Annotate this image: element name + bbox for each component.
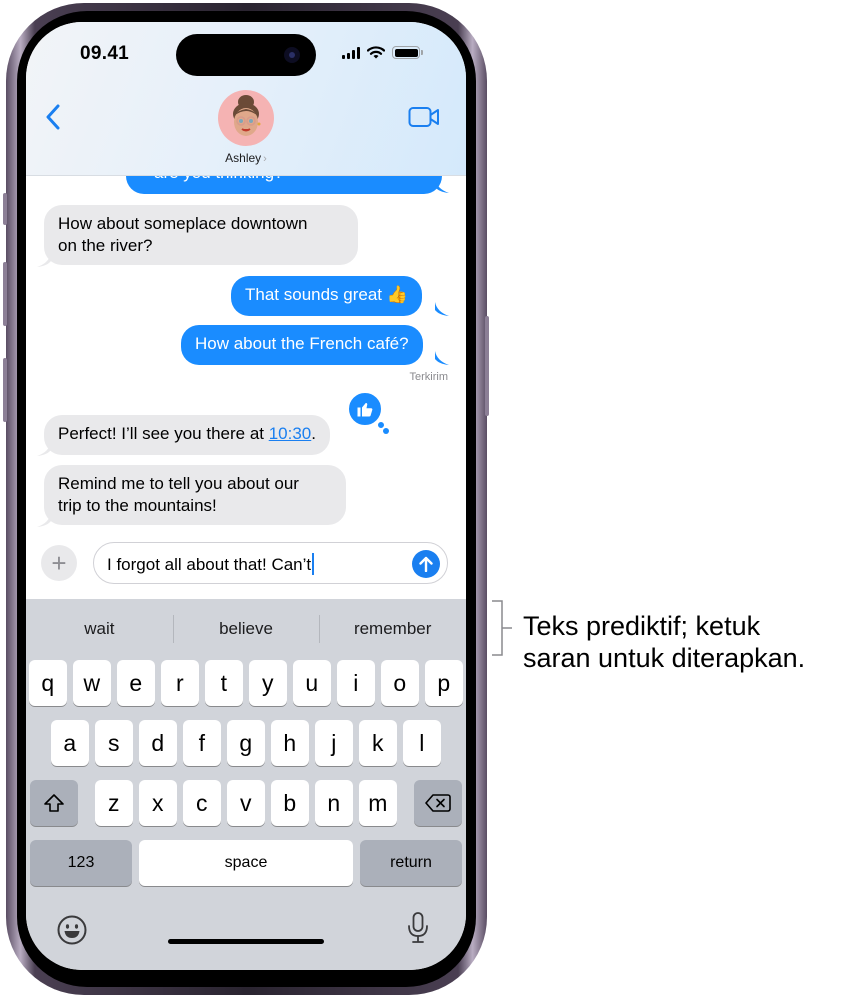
callout-bracket [492,600,512,656]
message-text-line: on the river? [58,236,153,255]
prediction-suggestion[interactable]: remember [319,609,466,649]
message-text: Perfect! I’ll see you there at [58,424,269,443]
message-input-value: I forgot all about that! Can’t [107,555,312,574]
contact-name-button[interactable]: Ashley › [26,151,466,165]
cellular-signal-icon [342,46,360,59]
message-bubble-incoming[interactable]: Perfect! I’ll see you there at 10:30. [44,415,330,455]
microphone-icon [408,912,428,943]
key-o[interactable]: o [381,660,419,706]
bubble-tail [435,179,449,193]
delivery-status: Terkirim [409,371,449,383]
key-g[interactable]: g [227,720,265,766]
dynamic-island [176,34,316,76]
status-time: 09.41 [80,43,130,64]
return-key[interactable]: return [360,840,462,886]
key-e[interactable]: e [117,660,155,706]
predictive-text-bar: wait believe remember [26,609,466,649]
key-r[interactable]: r [161,660,199,706]
shift-key[interactable] [30,780,78,826]
message-input[interactable]: I forgot all about that! Can’t [93,542,448,584]
front-camera [284,47,300,63]
arrow-up-icon [419,556,433,572]
delete-key[interactable] [414,780,462,826]
key-w[interactable]: w [73,660,111,706]
bubble-tail [37,442,51,456]
bubble-tail [37,253,51,267]
contact-avatar[interactable] [218,90,274,146]
memoji-avatar [233,95,261,136]
tapback-tail [383,428,389,434]
status-icons [342,46,423,59]
key-j[interactable]: j [315,720,353,766]
message-text: . [311,424,316,443]
key-t[interactable]: t [205,660,243,706]
facetime-video-button[interactable] [408,106,440,128]
callout-line: saran untuk diterapkan. [523,643,806,673]
key-m[interactable]: m [359,780,397,826]
key-q[interactable]: q [29,660,67,706]
time-link[interactable]: 10:30 [269,424,312,443]
bubble-tail [435,351,449,365]
dictation-button[interactable] [406,911,430,945]
message-text: How about the French café? [195,334,409,353]
message-text: That sounds great [245,285,383,304]
message-text-line: trip to the mountains! [58,496,217,515]
numbers-key[interactable]: 123 [30,840,132,886]
contact-name: Ashley [225,151,262,165]
emoji-icon [57,915,87,945]
text-caret [312,553,315,575]
key-v[interactable]: v [227,780,265,826]
message-text-line: How about someplace downtown [58,214,308,233]
prediction-suggestion[interactable]: believe [172,609,320,649]
key-x[interactable]: x [139,780,177,826]
thumbs-up-icon [357,403,373,417]
phone-screen: are you thinking? How about someplace do… [26,22,466,970]
key-s[interactable]: s [95,720,133,766]
key-z[interactable]: z [95,780,133,826]
video-camera-icon [408,107,439,127]
thumbs-up-emoji: 👍 [386,285,408,304]
delete-icon [425,794,451,812]
emoji-button[interactable] [56,914,88,946]
message-bubble-outgoing[interactable]: That sounds great 👍 [231,276,422,316]
key-c[interactable]: c [183,780,221,826]
callout-annotation: Teks prediktif; ketuk saran untuk ditera… [523,610,841,674]
key-d[interactable]: d [139,720,177,766]
key-h[interactable]: h [271,720,309,766]
key-l[interactable]: l [403,720,441,766]
prediction-suggestion[interactable]: wait [26,609,173,649]
bubble-tail [435,302,449,316]
key-u[interactable]: u [293,660,331,706]
chevron-right-icon: › [263,153,267,165]
wifi-icon [367,46,385,59]
key-k[interactable]: k [359,720,397,766]
add-attachment-button[interactable]: + [41,545,77,581]
space-key[interactable]: space [139,840,353,886]
conversation-header: 09.41 Ashley › [26,22,466,176]
bubble-tail [37,513,51,527]
key-a[interactable]: a [51,720,89,766]
key-n[interactable]: n [315,780,353,826]
chevron-left-icon [46,104,60,130]
battery-icon [392,46,423,59]
key-i[interactable]: i [337,660,375,706]
message-text-line: Remind me to tell you about our [58,474,299,493]
message-bubble-incoming[interactable]: How about someplace downtown on the rive… [44,205,358,265]
message-bubble-incoming[interactable]: Remind me to tell you about our trip to … [44,465,346,525]
key-y[interactable]: y [249,660,287,706]
callout-line: Teks prediktif; ketuk [523,611,761,641]
send-button[interactable] [412,550,440,578]
key-b[interactable]: b [271,780,309,826]
shift-icon [44,794,64,812]
plus-icon: + [51,548,67,578]
key-f[interactable]: f [183,720,221,766]
back-button[interactable] [42,102,66,132]
home-indicator[interactable] [168,939,324,944]
key-p[interactable]: p [425,660,463,706]
message-bubble-outgoing[interactable]: How about the French café? [181,325,423,365]
keyboard: wait believe remember qwertyuiop asdfghj… [26,599,466,970]
